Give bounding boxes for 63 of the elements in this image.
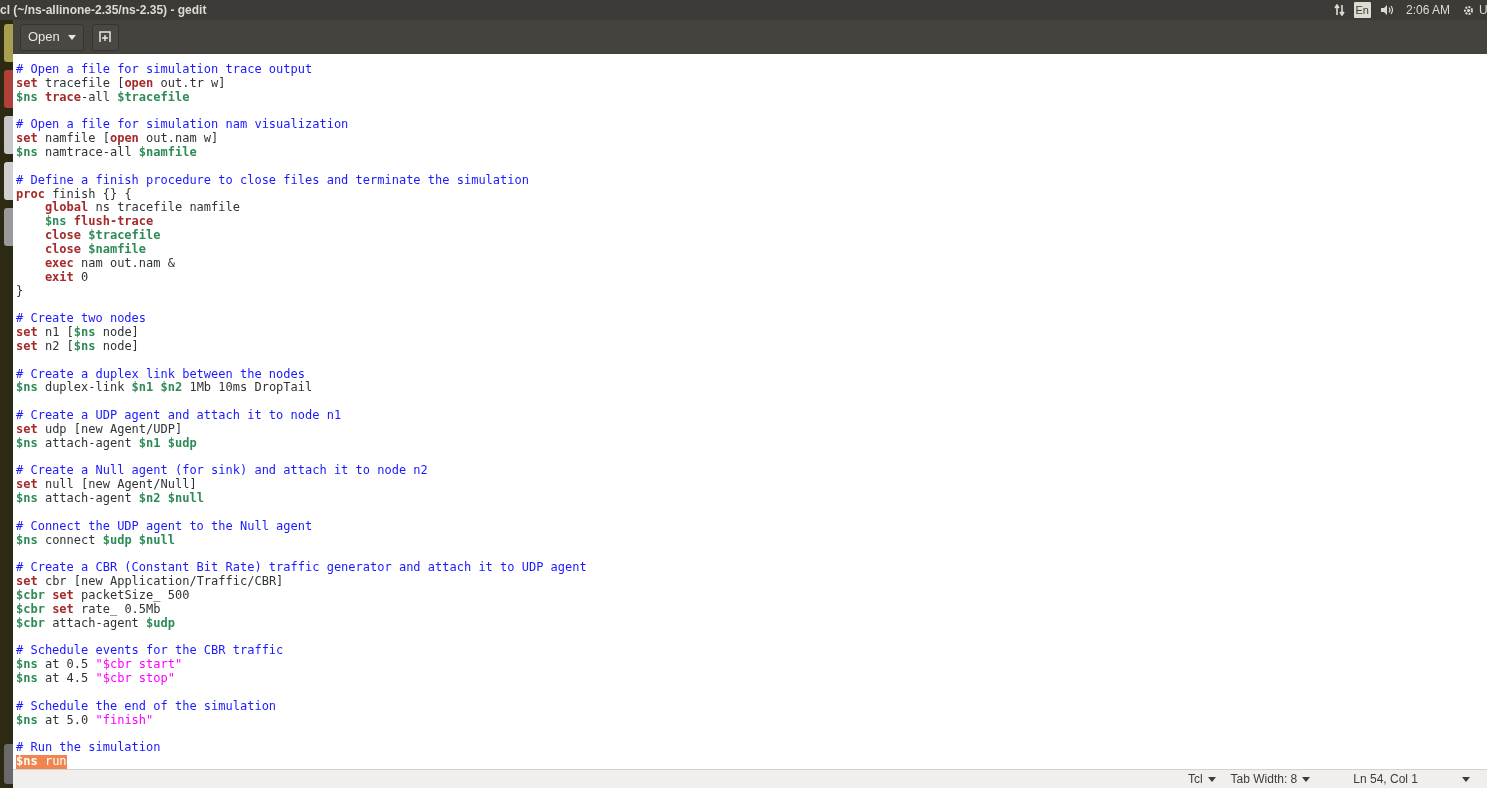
tab-width-dropdown[interactable]: Tab Width: 8 [1230,770,1311,788]
new-tab-icon [99,31,112,43]
code-line: $ns attach-agent $n1 $udp [16,436,197,451]
window-title: cl (~/ns-allinone-2.35/ns-2.35) - gedit [0,2,207,19]
launcher-icon[interactable] [4,744,13,784]
code-line: } [16,284,24,299]
gear-icon[interactable] [1462,3,1475,17]
launcher-icon[interactable] [4,24,13,62]
code-line: # Create a Null agent (for sink) and attach it to node n2 [16,464,428,478]
code-line: set udp [new Agent/UDP] [16,422,183,437]
code-line: global ns tracefile namfile [44,201,240,215]
caret-icon [1207,776,1216,782]
language-dropdown[interactable]: Tcl [1187,770,1216,788]
code-line: set n2 [$ns node] [16,339,139,354]
open-button[interactable]: Open [20,23,84,51]
network-icon[interactable] [1333,4,1346,16]
code-line: # Create a CBR (Constant Bit Rate) traffic generator and attach it to UDP agent [16,561,587,575]
code-line: # Schedule events for the CBR traffic [16,644,284,658]
code-line: $ns connect $udp $null [16,533,175,548]
code-line: # Create a duplex link between the nodes [16,367,305,382]
code-line: $ns at 0.5 "$cbr start" [16,658,183,672]
new-tab-button[interactable] [91,23,119,51]
code-line: # Connect the UDP agent to the Null agent [16,519,313,534]
code-line: $ns trace-all $tracefile [16,90,190,105]
code-line: set n1 [$ns node] [16,326,139,340]
code-line: close $namfile [43,242,147,257]
code-line: $ns at 4.5 "$cbr stop" [16,672,175,686]
code-line: $ns namtrace-all $namfile [16,146,197,160]
launcher-icon[interactable] [4,162,13,200]
launcher-icon[interactable] [4,208,13,246]
code-line: $cbr set packetSize_ 500 [16,589,190,603]
code-line: $ns at 5.0 "finish" [16,713,154,728]
code-line: set tracefile [open out.tr w] [16,76,226,90]
code-line: set null [new Agent/Null] [16,478,197,492]
code-line: # Open a file for simulation trace output [16,63,313,77]
caret-icon [1302,776,1311,782]
volume-icon[interactable] [1379,4,1395,16]
caret-icon [67,34,76,40]
code-line: # Open a file for simulation nam visualization [16,118,349,132]
code-line: proc finish {} { [16,187,132,201]
code-line: close $tracefile [43,229,161,243]
code-line: $ns duplex-link $n1 $n2 1Mb 10ms DropTail [16,381,313,396]
user-menu[interactable]: U [1479,1,1487,19]
keyboard-layout-indicator[interactable]: En [1353,1,1371,19]
code-line: $cbr set rate_ 0.5Mb [16,602,161,617]
caret-icon [1462,776,1470,782]
code-line: # Schedule the end of the simulation [16,699,277,714]
code-line: set cbr [new Application/Traffic/CBR] [16,575,284,589]
launcher-icon[interactable] [4,70,13,108]
launcher-icon[interactable] [4,116,13,154]
clock[interactable]: 2:06 AM [1405,1,1450,19]
code-line: $ns flush-trace [43,215,154,229]
code-line: $ns attach-agent $n2 $null [16,492,204,506]
code-line: # Run the simulation [16,741,161,755]
code-line: # Create two nodes [16,312,147,326]
mode-dropdown[interactable] [1462,776,1470,782]
code-line: exit 0 [43,270,89,285]
cursor-position: Ln 54, Col 1 [1353,771,1418,788]
code-line: # Create a UDP agent and attach it to node n1 [16,409,342,423]
code-line: set namfile [open out.nam w] [16,132,219,146]
code-line: $cbr attach-agent $udp [16,616,175,631]
code-line: exec nam out.nam & [43,256,175,271]
code-line: # Define a finish procedure to close files and terminate the simulation [16,173,529,188]
